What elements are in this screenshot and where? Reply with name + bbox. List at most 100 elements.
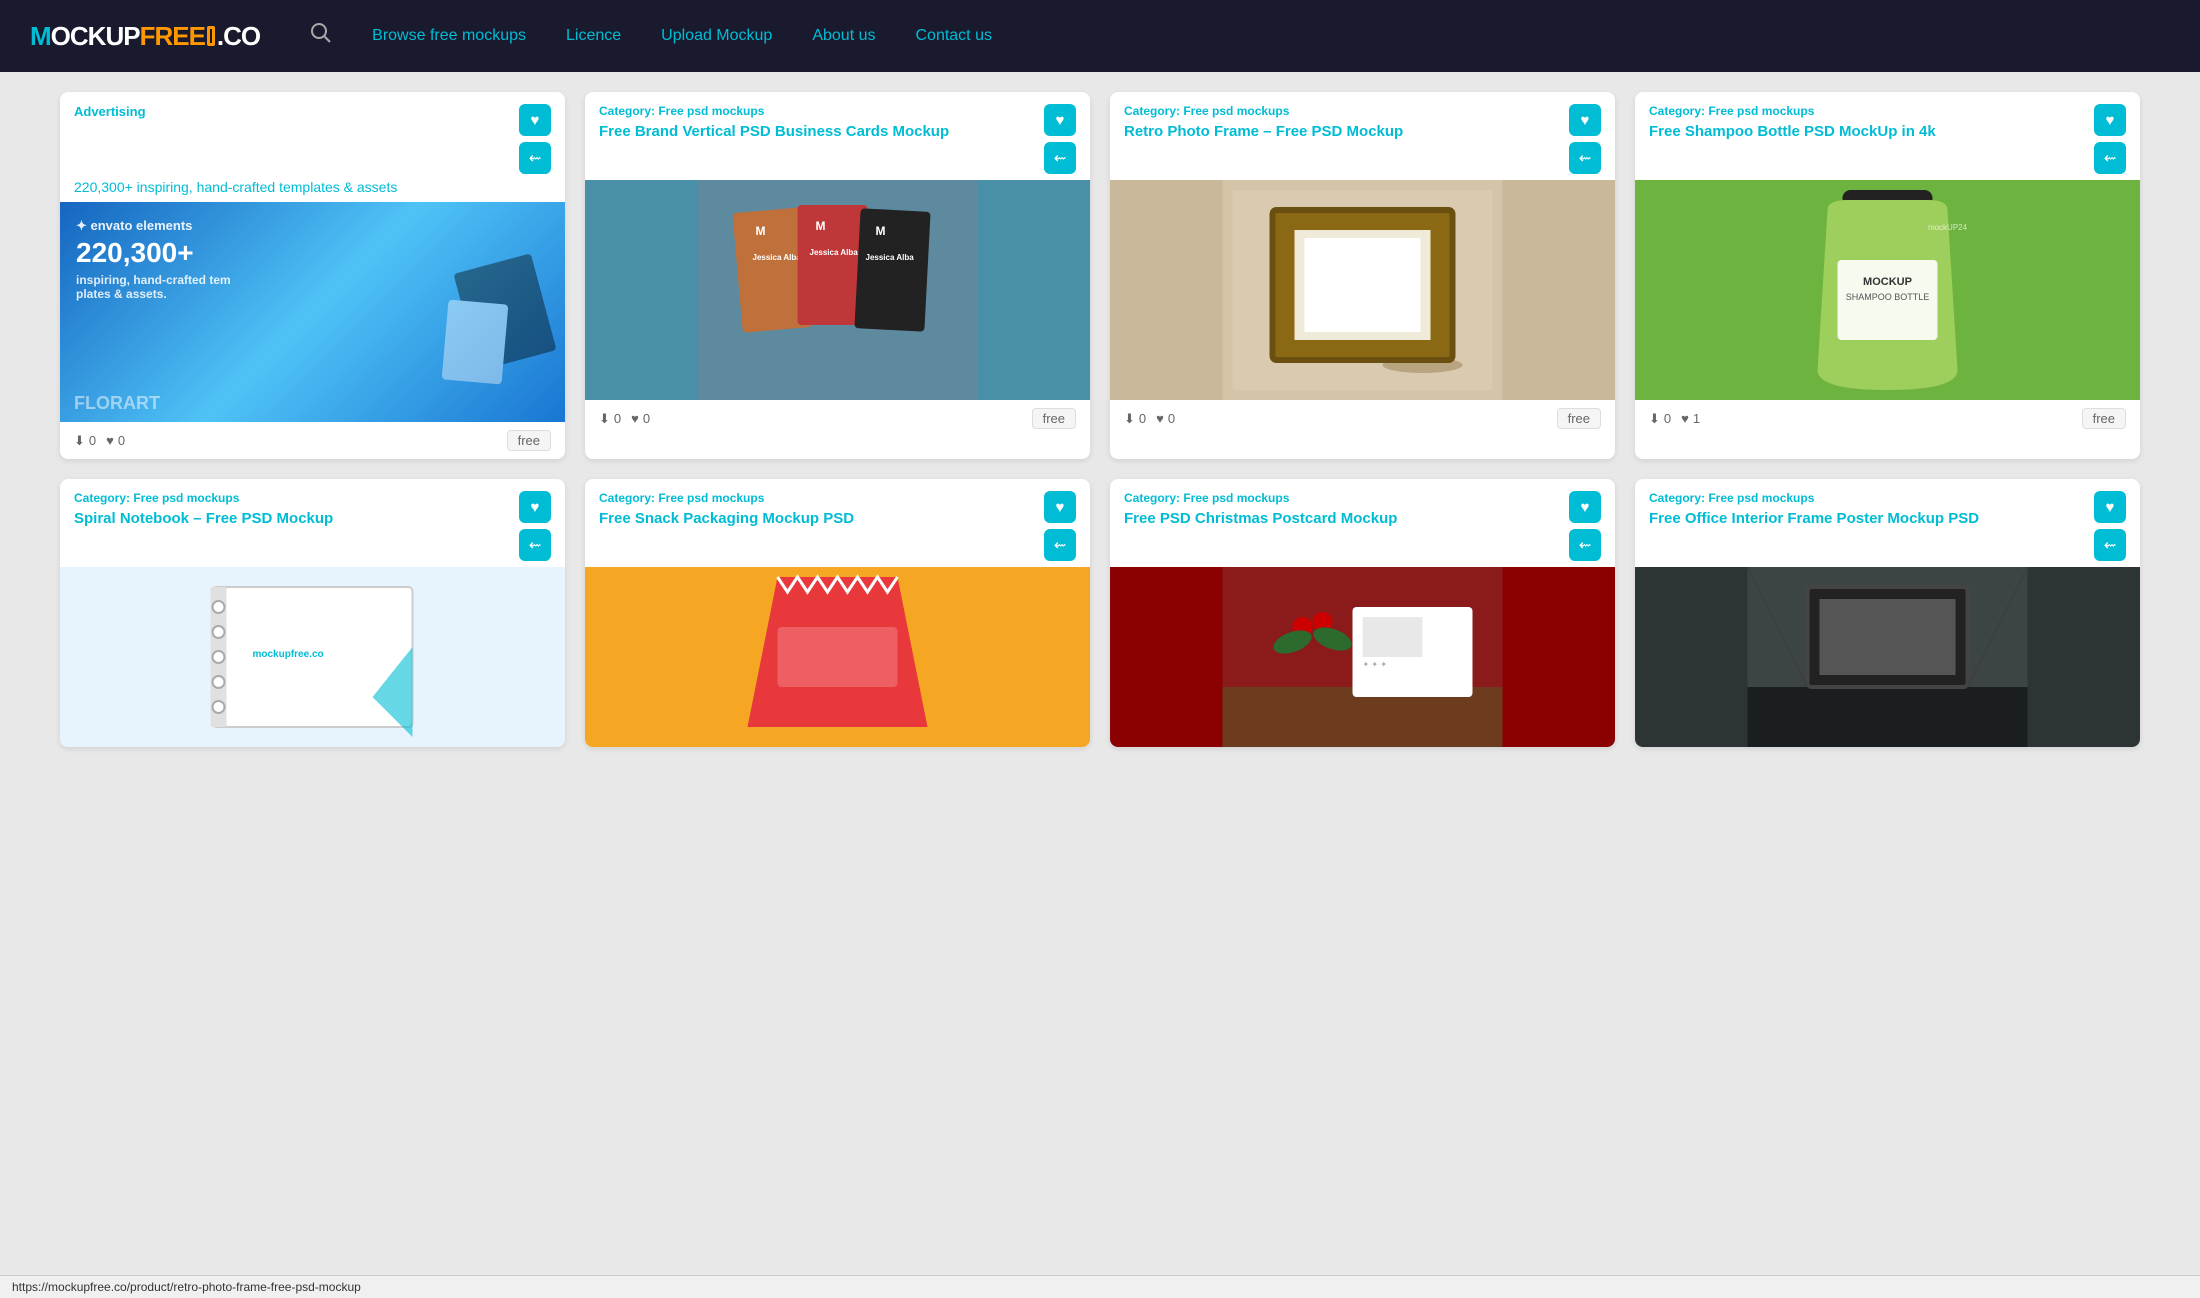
download-stat: ⬇ 0	[599, 411, 621, 427]
nav-upload[interactable]: Upload Mockup	[661, 27, 772, 45]
shampoo-card: Category: Free psd mockups Free Shampoo …	[1635, 92, 2140, 459]
category-link[interactable]: Free psd mockups	[1708, 491, 1814, 505]
svg-text:Jessica Alba: Jessica Alba	[810, 248, 859, 257]
card-title[interactable]: Free Snack Packaging Mockup PSD	[599, 509, 1034, 529]
card-category: Category: Free psd mockups	[1124, 104, 1559, 118]
card-category: Category: Free psd mockups	[1649, 491, 2084, 505]
ad-footer: ⬇ 0 ♥ 0 free	[60, 422, 565, 459]
svg-text:Jessica Alba: Jessica Alba	[866, 253, 915, 262]
download-stat: ⬇ 0	[74, 433, 96, 449]
card-image[interactable]	[1635, 567, 2140, 747]
free-badge: free	[507, 430, 551, 451]
like-button[interactable]: ♥	[1044, 104, 1076, 136]
office-card: Category: Free psd mockups Free Office I…	[1635, 479, 2140, 747]
nav-about[interactable]: About us	[812, 27, 875, 45]
svg-text:Jessica Alba: Jessica Alba	[753, 253, 802, 262]
category-link[interactable]: Free psd mockups	[1708, 104, 1814, 118]
share-button[interactable]: ⇜	[519, 142, 551, 174]
download-stat: ⬇ 0	[1124, 411, 1146, 427]
ad-subtitle: 220,300+ inspiring, hand-crafted templat…	[74, 178, 397, 196]
share-button[interactable]: ⇜	[1569, 529, 1601, 561]
like-button[interactable]: ♥	[1569, 104, 1601, 136]
card-footer: ⬇ 0 ♥ 1 free	[1635, 400, 2140, 437]
ad-image[interactable]: ✦ envato elements 220,300+ inspiring, ha…	[60, 202, 565, 422]
like-button[interactable]: ♥	[2094, 104, 2126, 136]
like-button[interactable]: ♥	[1044, 491, 1076, 523]
logo-free: FREE	[140, 21, 205, 52]
search-icon	[310, 22, 332, 44]
share-button[interactable]: ⇜	[1569, 142, 1601, 174]
card-footer: ⬇ 0 ♥ 0 free	[585, 400, 1090, 437]
svg-text:mockupfree.co: mockupfree.co	[253, 649, 324, 660]
card-image[interactable]: MOCKUP SHAMPOO BOTTLE mockUP24	[1635, 180, 2140, 400]
card-title[interactable]: Free Brand Vertical PSD Business Cards M…	[599, 122, 1034, 142]
card-image[interactable]	[585, 567, 1090, 747]
card-category: Category: Free psd mockups	[1649, 104, 2084, 118]
card-title[interactable]: Free Shampoo Bottle PSD MockUp in 4k	[1649, 122, 2084, 142]
card-title[interactable]: Spiral Notebook – Free PSD Mockup	[74, 509, 509, 529]
category-link[interactable]: Free psd mockups	[658, 491, 764, 505]
svg-text:SHAMPOO BOTTLE: SHAMPOO BOTTLE	[1846, 292, 1930, 302]
business-cards-card: Category: Free psd mockups Free Brand Ve…	[585, 92, 1090, 459]
card-category: Category: Free psd mockups	[599, 491, 1034, 505]
svg-text:✦ ✦ ✦: ✦ ✦ ✦	[1363, 660, 1388, 669]
svg-text:mockUP24: mockUP24	[1928, 223, 1968, 232]
card-title[interactable]: Free Office Interior Frame Poster Mockup…	[1649, 509, 2084, 529]
free-badge: free	[1557, 408, 1601, 429]
logo-m: M	[30, 21, 51, 52]
like-button[interactable]: ♥	[1569, 491, 1601, 523]
like-stat: ♥ 0	[631, 411, 650, 426]
christmas-card: Category: Free psd mockups Free PSD Chri…	[1110, 479, 1615, 747]
download-stat: ⬇ 0	[1649, 411, 1671, 427]
ad-label: Advertising	[74, 104, 146, 174]
card-image[interactable]: ✦ ✦ ✦	[1110, 567, 1615, 747]
card-category: Category: Free psd mockups	[74, 491, 509, 505]
nav-contact[interactable]: Contact us	[915, 27, 991, 45]
search-button[interactable]	[310, 22, 332, 50]
share-button[interactable]: ⇜	[519, 529, 551, 561]
like-button[interactable]: ♥	[2094, 491, 2126, 523]
like-button[interactable]: ♥	[519, 491, 551, 523]
card-title[interactable]: Retro Photo Frame – Free PSD Mockup	[1124, 122, 1559, 142]
category-link[interactable]: Free psd mockups	[1183, 491, 1289, 505]
share-button[interactable]: ⇜	[2094, 142, 2126, 174]
logo-exclaim	[207, 26, 215, 46]
nav-browse[interactable]: Browse free mockups	[372, 27, 526, 45]
logo-ockup: OCKUP	[51, 21, 140, 52]
svg-text:M: M	[756, 224, 766, 238]
card-image[interactable]: mockupfree.co	[60, 567, 565, 747]
card-category: Category: Free psd mockups	[1124, 491, 1559, 505]
card-category: Category: Free psd mockups	[599, 104, 1034, 118]
svg-text:M: M	[816, 219, 826, 233]
main-nav: MOCKUPFREE .CO Browse free mockups Licenc…	[0, 0, 2200, 72]
share-button[interactable]: ⇜	[2094, 529, 2126, 561]
ad-card: Advertising ♥ ⇜ 220,300+ inspiring, hand…	[60, 92, 565, 459]
card-grid: Advertising ♥ ⇜ 220,300+ inspiring, hand…	[0, 72, 2200, 767]
notebook-card: Category: Free psd mockups Spiral Notebo…	[60, 479, 565, 747]
status-bar: https://mockupfree.co/product/retro-phot…	[0, 1275, 2200, 1298]
category-link[interactable]: Free psd mockups	[658, 104, 764, 118]
photo-frame-card: Category: Free psd mockups Retro Photo F…	[1110, 92, 1615, 459]
card-image[interactable]	[1110, 180, 1615, 400]
svg-text:M: M	[876, 224, 886, 238]
like-stat: ♥ 0	[106, 433, 125, 448]
status-url: https://mockupfree.co/product/retro-phot…	[12, 1280, 361, 1294]
ad-card-actions: ♥ ⇜	[519, 104, 551, 174]
free-badge: free	[2082, 408, 2126, 429]
free-badge: free	[1032, 408, 1076, 429]
like-stat: ♥ 0	[1156, 411, 1175, 426]
logo-co: .CO	[217, 21, 260, 52]
like-stat: ♥ 1	[1681, 411, 1700, 426]
snack-card: Category: Free psd mockups Free Snack Pa…	[585, 479, 1090, 747]
category-link[interactable]: Free psd mockups	[1183, 104, 1289, 118]
logo[interactable]: MOCKUPFREE .CO	[30, 21, 260, 52]
card-footer: ⬇ 0 ♥ 0 free	[1110, 400, 1615, 437]
like-button[interactable]: ♥	[519, 104, 551, 136]
share-button[interactable]: ⇜	[1044, 142, 1076, 174]
card-title[interactable]: Free PSD Christmas Postcard Mockup	[1124, 509, 1559, 529]
card-image[interactable]: Jessica Alba Jessica Alba Jessica Alba M…	[585, 180, 1090, 400]
category-link[interactable]: Free psd mockups	[133, 491, 239, 505]
share-button[interactable]: ⇜	[1044, 529, 1076, 561]
svg-text:MOCKUP: MOCKUP	[1863, 276, 1912, 288]
nav-licence[interactable]: Licence	[566, 27, 621, 45]
